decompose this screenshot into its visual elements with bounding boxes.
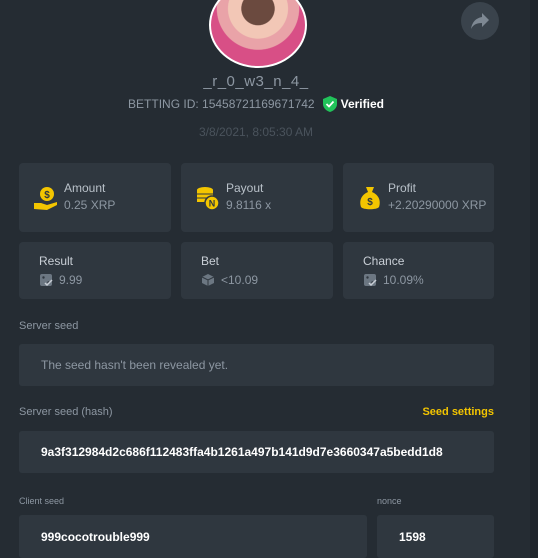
chance-card: Chance 10.09% [343,242,494,299]
client-seed-label: Client seed [19,496,65,506]
bet-card: Bet <10.09 [181,242,333,299]
coin-hand-icon: $ [33,185,59,216]
chance-label: Chance [363,254,405,268]
svg-text:N: N [209,199,216,209]
nonce-field[interactable]: 1598 [377,515,494,558]
server-seed-hash-value: 9a3f312984d2c686f112483ffa4b1261a497b141… [41,445,443,459]
avatar [209,0,307,68]
betting-id-line: BETTING ID: 15458721169671742 Verified [0,96,512,112]
server-seed-label: Server seed [19,320,79,332]
bet-date: 3/8/2021, 8:05:30 AM [198,125,314,139]
svg-text:$: $ [367,197,373,208]
profit-card: $ Profit +2.20290000 XRP [343,163,494,232]
result-label: Result [39,254,74,268]
share-icon [471,13,489,29]
dice-icon [40,274,53,287]
betting-id: BETTING ID: 15458721169671742 [128,97,315,111]
server-seed-hash-field[interactable]: 9a3f312984d2c686f112483ffa4b1261a497b141… [19,431,494,473]
server-seed-value: The seed hasn't been revealed yet. [41,358,229,372]
cube-icon [201,274,215,286]
result-card: Result 9.99 [19,242,171,299]
seed-settings-link[interactable]: Seed settings [422,406,494,418]
verified-shield-icon [322,96,337,112]
amount-label: Amount [64,181,106,195]
bet-label: Bet [201,254,220,268]
dice-icon [364,274,377,287]
profit-value: +2.20290000 XRP [388,198,487,212]
profit-label: Profit [388,181,417,195]
coins-stack-icon: N [195,185,221,216]
chance-value: 10.09% [383,273,424,287]
server-seed-hash-label: Server seed (hash) [19,406,113,418]
nonce-value: 1598 [399,529,426,544]
scrollbar-track[interactable] [530,0,538,558]
share-button[interactable] [461,2,499,40]
amount-value: 0.25 XRP [64,198,116,212]
verified-badge: Verified [322,96,384,112]
client-seed-field[interactable]: 999cocotrouble999 [19,515,367,558]
verified-label: Verified [340,97,384,111]
bet-value: <10.09 [221,273,259,287]
result-value: 9.99 [59,273,83,287]
username: _r_0_w3_n_4_ [203,73,309,90]
server-seed-field[interactable]: The seed hasn't been revealed yet. [19,344,494,386]
svg-text:$: $ [44,190,50,201]
client-seed-value: 999cocotrouble999 [41,529,150,544]
money-bag-icon: $ [357,185,383,216]
payout-card: N Payout 9.8116 x [181,163,333,232]
payout-label: Payout [226,181,264,195]
payout-value: 9.8116 x [226,198,272,212]
nonce-label: nonce [377,496,402,506]
amount-card: $ Amount 0.25 XRP [19,163,171,232]
